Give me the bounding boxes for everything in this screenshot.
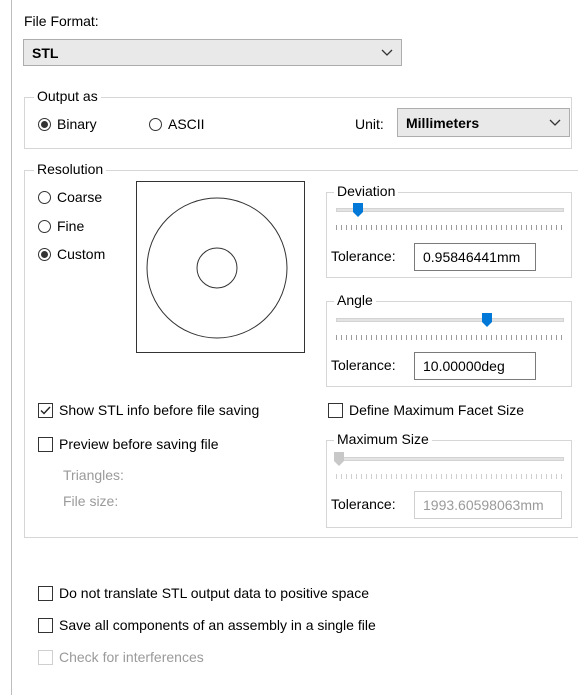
chevron-down-icon [381,49,393,56]
show-stl-info-checkbox[interactable]: Show STL info before file saving [38,402,259,418]
ascii-radio[interactable]: ASCII [149,116,205,132]
interferences-checkbox: Check for interferences [38,649,204,665]
angle-slider-thumb[interactable] [482,313,493,327]
preview-before-saving-checkbox[interactable]: Preview before saving file [38,436,219,452]
interferences-label: Check for interferences [59,649,204,665]
maximum-size-slider-track [336,457,564,461]
maximum-size-slider-thumb [334,452,344,466]
deviation-slider-track [336,208,564,212]
no-translate-label: Do not translate STL output data to posi… [59,585,370,601]
checkmark-icon [40,406,51,415]
deviation-slider-ticks [336,225,564,230]
no-translate-checkbox[interactable]: Do not translate STL output data to posi… [38,585,369,601]
file-size-label: File size: [63,493,119,509]
checkbox-box [38,402,53,418]
coarse-radio[interactable]: Coarse [38,189,102,205]
maximum-size-tolerance-input: 1993.60598063mm [414,491,562,519]
maximum-size-slider-ticks [336,474,564,479]
file-format-value: STL [32,44,59,61]
radio-unselected-icon [38,190,51,204]
resolution-title: Resolution [34,161,107,177]
unit-select[interactable]: Millimeters [397,108,570,137]
single-file-label: Save all components of an assembly in a … [59,617,376,633]
coarse-label: Coarse [57,189,103,205]
radio-unselected-icon [149,117,162,131]
fine-radio[interactable]: Fine [38,218,84,234]
binary-label: Binary [57,116,97,132]
left-divider [11,0,12,695]
define-max-facet-label: Define Maximum Facet Size [349,402,525,418]
radio-selected-icon [38,117,51,131]
triangles-label: Triangles: [63,467,124,483]
angle-tolerance-label: Tolerance: [331,357,396,373]
angle-title: Angle [334,292,376,308]
file-format-select[interactable]: STL [23,39,402,66]
chevron-down-icon [549,119,561,126]
single-file-checkbox[interactable]: Save all components of an assembly in a … [38,617,376,633]
output-as-title: Output as [34,88,101,104]
deviation-tolerance-value: 0.95846441mm [423,249,521,265]
fine-label: Fine [57,218,85,234]
radio-unselected-icon [38,219,51,233]
binary-radio[interactable]: Binary [38,116,97,132]
show-stl-info-label: Show STL info before file saving [59,402,260,418]
ascii-label: ASCII [168,116,205,132]
resolution-preview-graphic [136,181,305,353]
deviation-title: Deviation [334,183,399,199]
deviation-slider-thumb[interactable] [353,203,364,217]
radio-selected-icon [38,247,51,261]
maximum-size-title: Maximum Size [334,431,432,447]
deviation-tolerance-label: Tolerance: [331,248,396,264]
unit-value: Millimeters [406,114,480,131]
angle-tolerance-input[interactable]: 10.00000deg [414,352,536,380]
checkbox-box [38,649,53,665]
custom-radio[interactable]: Custom [38,246,105,262]
file-format-label: File Format: [24,13,99,29]
deviation-tolerance-input[interactable]: 0.95846441mm [414,243,536,271]
define-max-facet-checkbox[interactable]: Define Maximum Facet Size [328,402,524,418]
angle-tolerance-value: 10.00000deg [423,358,505,374]
maximum-size-tolerance-value: 1993.60598063mm [423,497,544,513]
checkbox-box [38,617,53,633]
maximum-size-tolerance-label: Tolerance: [331,496,396,512]
checkbox-box [38,436,53,452]
checkbox-box [38,585,53,601]
checkbox-box [328,402,343,418]
preview-before-saving-label: Preview before saving file [59,436,219,452]
angle-slider-ticks [336,335,564,340]
angle-slider-track [336,318,564,322]
unit-label: Unit: [355,116,384,132]
custom-label: Custom [57,246,106,262]
